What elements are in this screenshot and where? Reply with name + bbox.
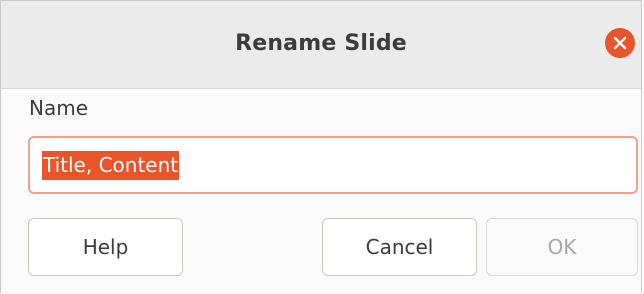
ok-button[interactable]: OK xyxy=(486,218,638,276)
dialog-body: Name Title, Content Help Cancel OK xyxy=(1,89,641,294)
close-icon xyxy=(613,36,627,50)
name-input[interactable]: Title, Content xyxy=(28,136,638,194)
name-input-selected-text: Title, Content xyxy=(42,151,180,180)
dialog-titlebar[interactable]: Rename Slide xyxy=(1,1,641,89)
cancel-button[interactable]: Cancel xyxy=(322,218,477,276)
dialog-title: Rename Slide xyxy=(235,31,407,56)
help-button[interactable]: Help xyxy=(28,218,183,276)
name-label: Name xyxy=(29,96,89,120)
close-button[interactable] xyxy=(605,28,635,58)
rename-slide-dialog: Rename Slide Name Title, Content Help Ca… xyxy=(0,0,642,294)
